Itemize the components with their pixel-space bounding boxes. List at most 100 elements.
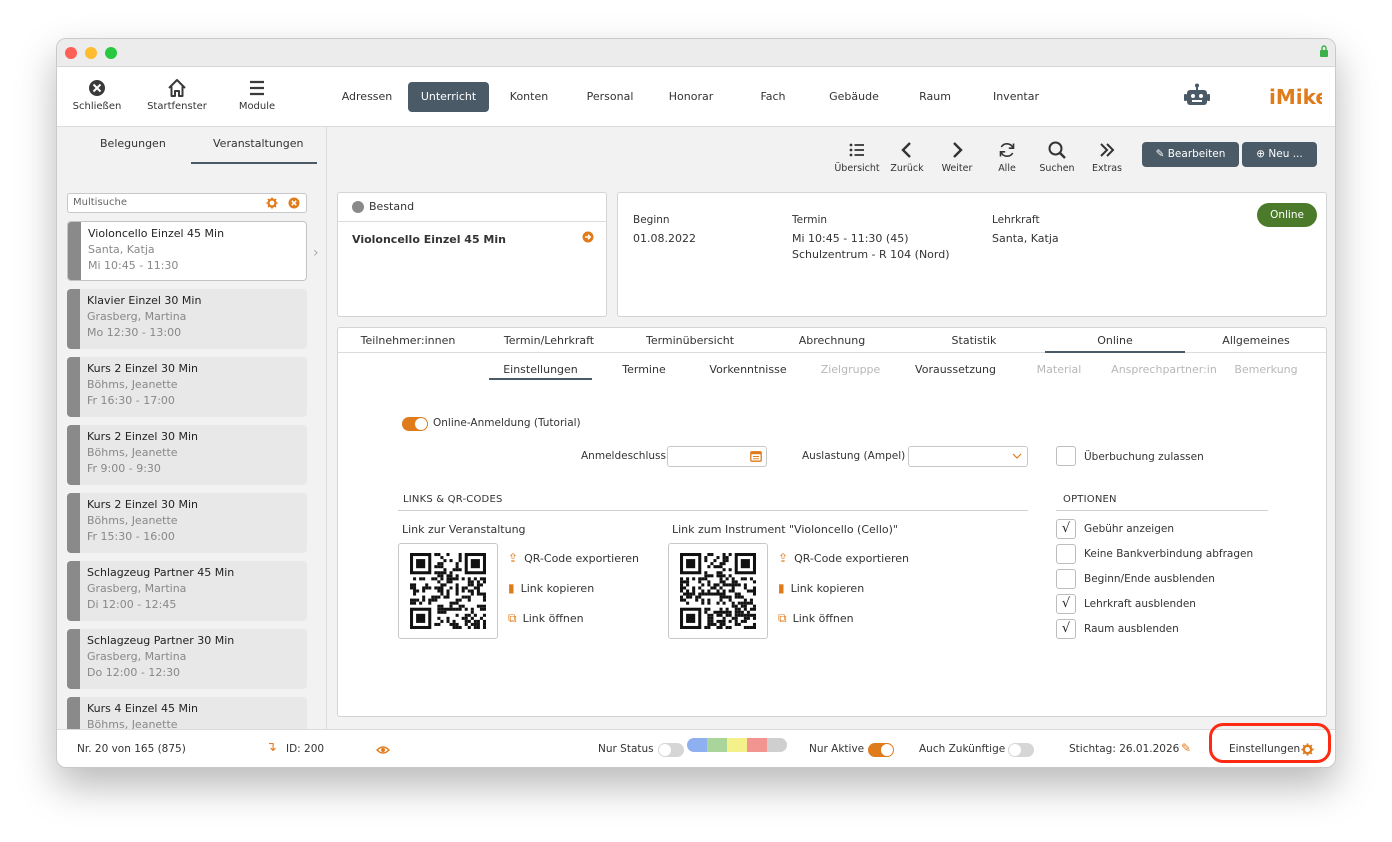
nav-raum[interactable]: Raum (905, 82, 965, 112)
subtab-ansprechpartner[interactable]: Ansprechpartner:in (1108, 363, 1220, 376)
close-button[interactable]: Schließen (62, 77, 132, 112)
subtab-termine[interactable]: Termine (608, 363, 680, 376)
list-item-title: Klavier Einzel 30 Min (87, 294, 202, 307)
list-item[interactable]: Schlagzeug Partner 45 Min Grasberg, Mart… (67, 561, 307, 621)
start-window-button[interactable]: Startfenster (142, 77, 212, 112)
anmeldeschluss-field[interactable] (667, 446, 767, 467)
forward-button[interactable]: Weiter (932, 139, 982, 174)
export-qr-link-1[interactable]: ⇪ QR-Code exportieren (508, 551, 639, 565)
tab-veranstaltungen[interactable]: Veranstaltungen (213, 137, 304, 150)
jump-arrow-icon[interactable]: ↴ (266, 740, 277, 755)
auslastung-label: Auslastung (Ampel) (802, 450, 906, 462)
subtab-zielgruppe[interactable]: Zielgruppe (813, 363, 888, 376)
status-color-swatch[interactable] (727, 738, 747, 752)
overview-button[interactable]: Übersicht (832, 139, 882, 174)
option-checkbox[interactable]: √ (1056, 619, 1076, 639)
back-button[interactable]: Zurück (882, 139, 932, 174)
export-qr-link-2[interactable]: ⇪ QR-Code exportieren (778, 551, 909, 565)
arrow-right-circle-icon[interactable] (582, 231, 594, 243)
option-checkbox[interactable] (1056, 569, 1076, 589)
tab-teilnehmer[interactable]: Teilnehmer:innen (338, 334, 478, 347)
eye-icon[interactable] (376, 745, 390, 755)
tab-abrechnung[interactable]: Abrechnung (762, 334, 902, 347)
list-item[interactable]: Klavier Einzel 30 Min Grasberg, Martina … (67, 289, 307, 349)
nav-inventar[interactable]: Inventar (985, 82, 1047, 112)
link2-heading: Link zum Instrument "Violoncello (Cello)… (672, 523, 898, 536)
beginn-value: 01.08.2022 (633, 232, 696, 245)
nav-gebaeude[interactable]: Gebäude (822, 82, 886, 112)
list-item[interactable]: Kurs 2 Einzel 30 Min Böhms, Jeanette Fr … (67, 493, 307, 553)
option-checkbox[interactable]: √ (1056, 519, 1076, 539)
open-link-1[interactable]: ⧉ Link öffnen (508, 611, 584, 626)
tab-belegungen[interactable]: Belegungen (100, 137, 166, 150)
tab-terminuebersicht[interactable]: Terminübersicht (620, 334, 760, 347)
edit-button[interactable]: ✎ Bearbeiten (1142, 142, 1239, 167)
multisearch-input[interactable]: Multisuche (67, 193, 307, 213)
auch-zukuenftige-label: Auch Zukünftige (919, 743, 1006, 755)
new-button[interactable]: ⊕ Neu ... (1242, 142, 1317, 167)
list-item[interactable]: Schlagzeug Partner 30 Min Grasberg, Mart… (67, 629, 307, 689)
online-registration-toggle[interactable] (402, 417, 428, 431)
qr-code-image (410, 553, 486, 629)
chevron-right-icon[interactable]: › (313, 245, 319, 261)
tab-termin-lehrkraft[interactable]: Termin/Lehrkraft (479, 334, 619, 347)
clear-icon[interactable] (288, 197, 300, 209)
edit-label: Bearbeiten (1167, 148, 1226, 160)
status-color-swatch[interactable] (747, 738, 767, 752)
nav-personal[interactable]: Personal (579, 82, 641, 112)
tab-allgemeines[interactable]: Allgemeines (1186, 334, 1326, 347)
nav-adressen[interactable]: Adressen (337, 82, 397, 112)
nav-fach[interactable]: Fach (743, 82, 803, 112)
option-checkbox[interactable]: √ (1056, 594, 1076, 614)
pencil-icon[interactable]: ✎ (1181, 741, 1191, 755)
list-item[interactable]: Kurs 2 Einzel 30 Min Böhms, Jeanette Fr … (67, 425, 307, 485)
list-item-title: Kurs 2 Einzel 30 Min (87, 498, 198, 511)
auslastung-select[interactable] (908, 446, 1028, 467)
export-qr-label: QR-Code exportieren (794, 552, 910, 565)
search-icon (1048, 141, 1066, 159)
nav-honorar[interactable]: Honorar (661, 82, 721, 112)
list-item[interactable]: Violoncello Einzel 45 Min Santa, Katja M… (67, 221, 307, 281)
copy-link-2[interactable]: ▮ Link kopieren (778, 581, 864, 595)
search-button[interactable]: Suchen (1032, 139, 1082, 174)
gear-icon[interactable] (266, 197, 278, 209)
close-window-button[interactable] (65, 47, 77, 59)
nur-status-toggle[interactable] (658, 743, 684, 757)
robot-icon[interactable] (1183, 83, 1211, 109)
subtab-material[interactable]: Material (1028, 363, 1090, 376)
status-color-swatch[interactable] (687, 738, 707, 752)
open-link-2[interactable]: ⧉ Link öffnen (778, 611, 854, 626)
list-item-teacher: Grasberg, Martina (87, 650, 187, 663)
nur-aktive-toggle[interactable] (868, 743, 894, 757)
refresh-icon (999, 143, 1015, 157)
home-icon (168, 79, 186, 97)
minimize-window-button[interactable] (85, 47, 97, 59)
nav-konten[interactable]: Konten (499, 82, 559, 112)
all-button[interactable]: Alle (982, 139, 1032, 174)
zoom-window-button[interactable] (105, 47, 117, 59)
toggle-knob (415, 418, 427, 430)
tab-online[interactable]: Online (1045, 334, 1185, 347)
modules-button[interactable]: Module (222, 77, 292, 112)
subtab-voraussetzung[interactable]: Voraussetzung (908, 363, 1003, 376)
calendar-icon[interactable] (750, 450, 762, 462)
list-item[interactable]: Kurs 2 Einzel 30 Min Böhms, Jeanette Fr … (67, 357, 307, 417)
status-color-swatch[interactable] (707, 738, 727, 752)
links-divider (398, 510, 1028, 511)
status-color-swatch[interactable] (767, 738, 787, 752)
subtab-bemerkung[interactable]: Bemerkung (1231, 363, 1301, 376)
auch-zukuenftige-toggle[interactable] (1008, 743, 1034, 757)
ueberbuchung-checkbox[interactable] (1056, 446, 1076, 466)
tab-statistik[interactable]: Statistik (904, 334, 1044, 347)
list-item-time: Fr 15:30 - 16:00 (87, 530, 175, 543)
nav-unterricht[interactable]: Unterricht (408, 82, 489, 112)
extras-button[interactable]: Extras (1082, 139, 1132, 174)
upload-icon: ⇪ (508, 551, 519, 565)
tab-panel: Teilnehmer:innen Termin/Lehrkraft Termin… (337, 327, 1327, 717)
subtab-einstellungen[interactable]: Einstellungen (489, 363, 592, 376)
copy-link-1[interactable]: ▮ Link kopieren (508, 581, 594, 595)
option-checkbox[interactable] (1056, 544, 1076, 564)
main-tab-indicator (1045, 351, 1185, 353)
subtab-vorkenntnisse[interactable]: Vorkenntnisse (703, 363, 793, 376)
list-item-title: Kurs 4 Einzel 45 Min (87, 702, 198, 715)
